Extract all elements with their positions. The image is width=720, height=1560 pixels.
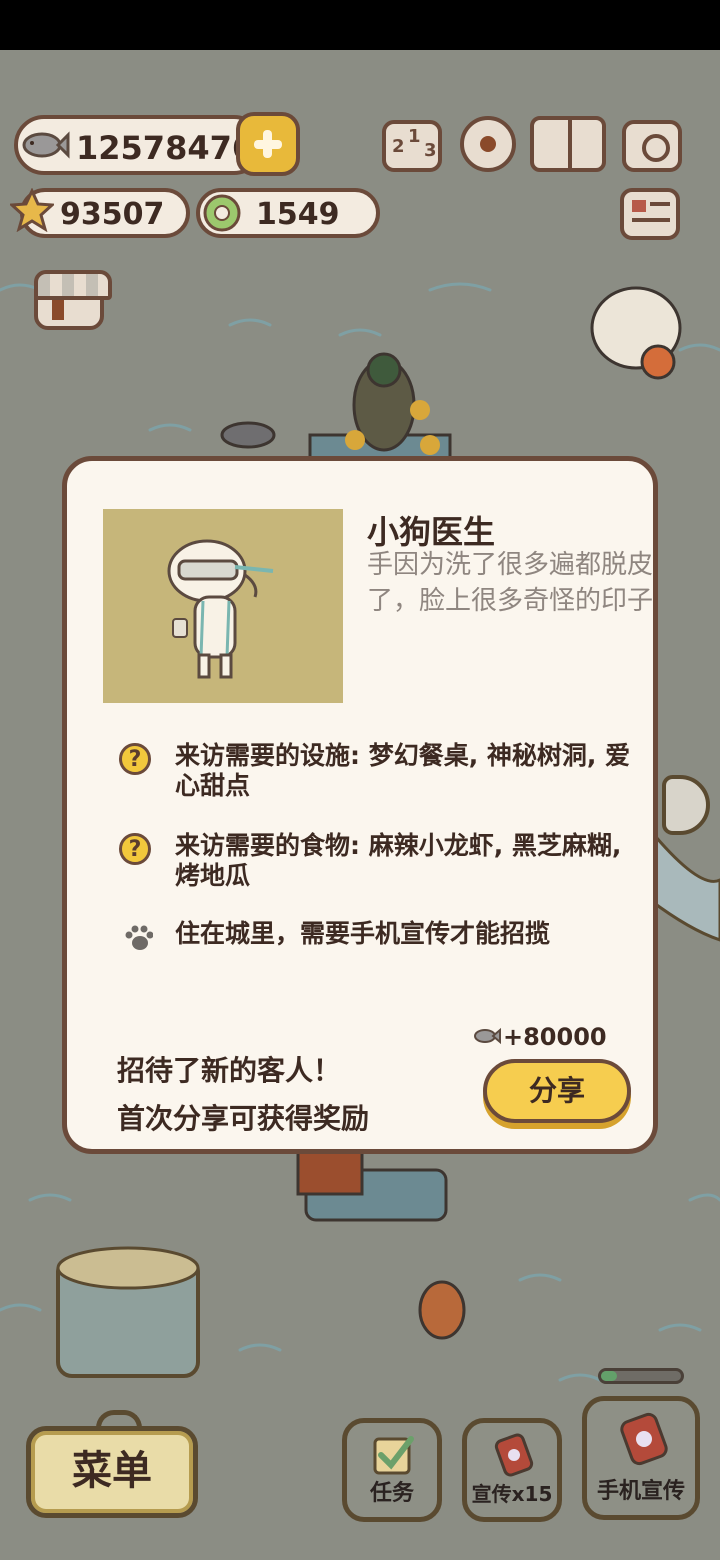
character-description: 手因为洗了很多遍都脱皮了，脸上很多奇怪的印子: [367, 550, 654, 616]
dog-doctor-image: [167, 539, 274, 679]
paw-icon: [125, 925, 153, 950]
shop-house-icon[interactable]: [34, 270, 112, 330]
promo-label: 宣传x15: [471, 1482, 553, 1506]
question-icon: ?: [119, 743, 151, 775]
camera-icon[interactable]: [622, 120, 682, 172]
star-icon: [10, 188, 54, 232]
fish-currency: 12578476: [14, 115, 264, 175]
requirement-text: 来访需要的设施: 梦幻餐桌, 神秘树洞, 爱心甜点: [175, 741, 631, 800]
checklist-icon: [373, 1436, 414, 1475]
phone-icon: [494, 1433, 534, 1477]
phone-promo-button[interactable]: 手机宣传: [582, 1396, 700, 1520]
character-portrait: [103, 509, 343, 703]
status-bar: [0, 0, 720, 50]
newspaper-icon[interactable]: [620, 188, 680, 240]
guest-book-icon[interactable]: [530, 116, 606, 172]
promo-button[interactable]: 宣传x15: [462, 1418, 562, 1522]
menu-button[interactable]: 菜单: [26, 1426, 198, 1518]
fish-icon: [22, 131, 70, 159]
reward-amount: +80000: [503, 1023, 607, 1051]
requirement-text: 来访需要的食物: 麻辣小龙虾, 黑芝麻糊, 烤地瓜: [175, 831, 622, 890]
star-count: 93507: [60, 197, 165, 232]
share-message: 招待了新的客人！ 首次分享可获得奖励: [117, 1047, 369, 1143]
star-currency: 93507: [10, 188, 190, 238]
question-icon: ?: [119, 833, 151, 865]
clover-currency: 1549: [196, 188, 380, 238]
task-button[interactable]: 任务: [342, 1418, 442, 1522]
phone-promo-label: 手机宣传: [596, 1479, 685, 1504]
fish-count: 12578476: [76, 129, 255, 167]
settings-gear-icon[interactable]: [460, 116, 516, 172]
clover-icon: [203, 194, 241, 232]
share-reward: +80000: [474, 1023, 607, 1051]
promo-progress-bar: [598, 1368, 684, 1384]
requirement-text: 住在城里，需要手机宣传才能招揽: [175, 919, 551, 948]
fish-icon: [474, 1027, 501, 1045]
share-message-line1: 招待了新的客人！: [117, 1054, 342, 1087]
progress-fill: [601, 1371, 617, 1381]
clover-count: 1549: [256, 197, 340, 232]
task-label: 任务: [369, 1481, 414, 1506]
plus-icon[interactable]: [236, 112, 300, 176]
share-button[interactable]: 分享: [483, 1059, 631, 1123]
guest-info-dialog: 小狗医生 手因为洗了很多遍都脱皮了，脸上很多奇怪的印子 ? 来访需要的设施: 梦…: [62, 456, 658, 1154]
ranking-icon[interactable]: 2 1 3: [382, 120, 442, 172]
phone-icon: [620, 1412, 668, 1466]
share-message-line2: 首次分享可获得奖励: [117, 1102, 370, 1135]
